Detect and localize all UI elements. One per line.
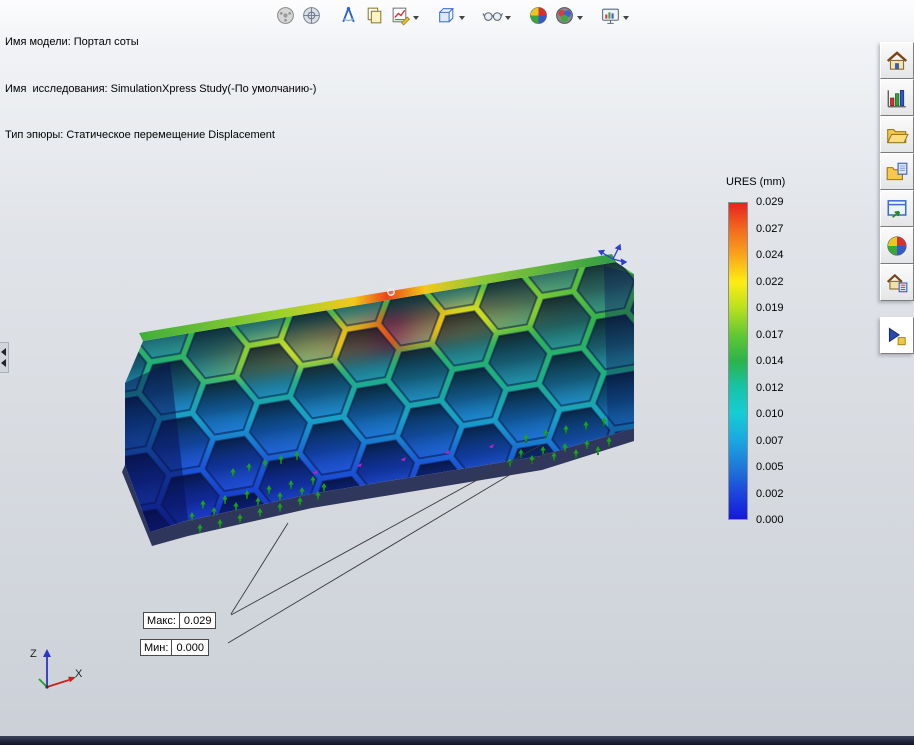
max-callout-label: Макс: xyxy=(147,614,176,627)
legend-tick: 0.017 xyxy=(756,328,784,341)
status-bar xyxy=(0,736,914,745)
dropdown-arrow-icon[interactable] xyxy=(577,16,583,20)
max-callout[interactable]: Макс: 0.029 xyxy=(143,612,217,629)
legend-labels: 0.029 0.027 0.024 0.022 0.019 0.017 0.01… xyxy=(756,196,784,526)
legend-tick: 0.019 xyxy=(756,302,784,314)
report-icon[interactable] xyxy=(597,2,623,28)
edit-plot-icon[interactable] xyxy=(387,2,413,28)
legend-tick: 0.010 xyxy=(756,408,784,420)
triad-z-label: Z xyxy=(30,648,37,660)
legend-tick: 0.012 xyxy=(756,381,784,394)
export-arrow-icon[interactable] xyxy=(880,317,914,354)
right-toolbar xyxy=(880,42,914,354)
legend-tick: 0.000 xyxy=(756,514,784,526)
legend: URES (mm) 0.029 0.027 0.024 0.022 0.019 … xyxy=(700,176,785,526)
glasses-icon[interactable] xyxy=(479,2,505,28)
legend-color-bar xyxy=(728,202,748,520)
min-callout-value: 0.000 xyxy=(171,640,208,655)
open-folder-icon[interactable] xyxy=(880,116,914,153)
dropdown-arrow-icon[interactable] xyxy=(505,16,511,20)
pane-splitter[interactable] xyxy=(0,342,9,373)
study-name-line: Имя исследования: SimulationXpress Study… xyxy=(5,82,317,95)
legend-tick: 0.002 xyxy=(756,487,784,500)
legend-tick: 0.007 xyxy=(756,434,784,447)
legend-title: URES (mm) xyxy=(726,176,786,188)
legend-tick: 0.022 xyxy=(756,275,784,288)
max-callout-value: 0.029 xyxy=(178,613,216,628)
top-toolbar xyxy=(272,2,632,28)
min-callout-label: Мин: xyxy=(144,641,169,654)
min-callout[interactable]: Мин: 0.000 xyxy=(140,639,209,656)
report-folder-icon[interactable] xyxy=(880,153,914,190)
section-view-icon[interactable] xyxy=(433,2,459,28)
max-point-marker xyxy=(387,288,395,296)
dropdown-arrow-icon[interactable] xyxy=(413,16,419,20)
legend-tick: 0.029 xyxy=(756,196,784,208)
color-map-icon[interactable] xyxy=(525,2,551,28)
home-icon[interactable] xyxy=(880,42,914,79)
solidworks-viewport: Z X Имя модели: Портал соты Имя исследов… xyxy=(0,0,914,745)
legend-tick: 0.005 xyxy=(756,461,784,473)
plot-header: Имя модели: Портал соты Имя исследования… xyxy=(5,4,316,175)
color-chart-icon[interactable] xyxy=(880,227,914,264)
origin-triad: Z X xyxy=(30,648,83,689)
model-name-line: Имя модели: Портал соты xyxy=(5,36,139,48)
legend-tick: 0.014 xyxy=(756,355,784,367)
window-arrow-icon[interactable] xyxy=(880,190,914,227)
copy-icon[interactable] xyxy=(361,2,387,28)
display-options-icon[interactable] xyxy=(551,2,577,28)
plot-type-line: Тип эпюры: Статическое перемещение Displ… xyxy=(5,129,275,141)
legend-tick: 0.027 xyxy=(756,222,784,235)
iso-clipping-icon[interactable] xyxy=(272,2,298,28)
results-advisor-icon[interactable] xyxy=(880,79,914,116)
dropdown-arrow-icon[interactable] xyxy=(623,16,629,20)
probe-icon[interactable] xyxy=(335,2,361,28)
section-clipping-icon[interactable] xyxy=(298,2,324,28)
home-report-icon[interactable] xyxy=(880,264,914,301)
collapse-arrow-icon xyxy=(1,348,6,356)
collapse-arrow-icon xyxy=(1,359,6,367)
model-3d-body[interactable] xyxy=(122,254,634,546)
triad-x-label: X xyxy=(75,668,83,680)
legend-tick: 0.024 xyxy=(756,249,784,261)
dropdown-arrow-icon[interactable] xyxy=(459,16,465,20)
